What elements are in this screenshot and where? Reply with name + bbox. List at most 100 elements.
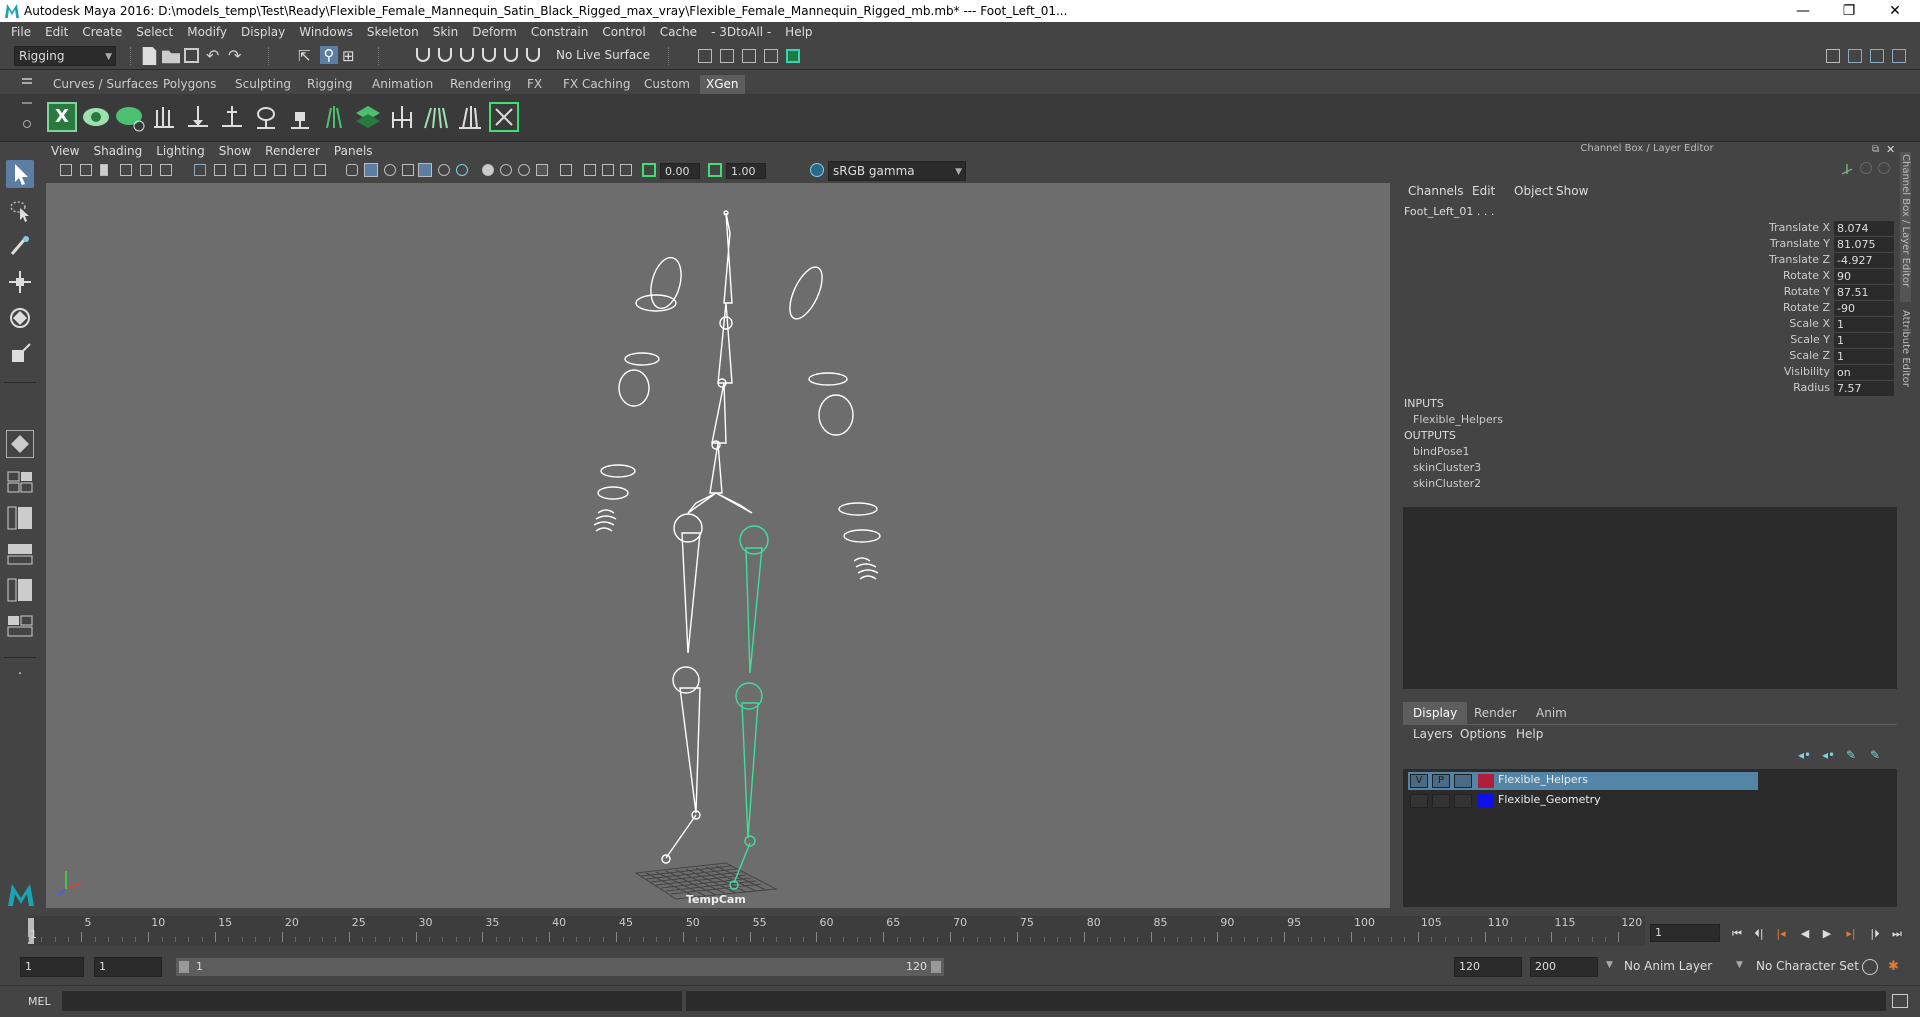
persp-outliner-layout-icon[interactable]: [6, 504, 34, 532]
modeling-toolkit-icon[interactable]: [1826, 49, 1840, 63]
redo-icon[interactable]: ↷: [228, 46, 246, 65]
xray-components-icon[interactable]: [620, 164, 632, 176]
attr-value-scale-y[interactable]: 1: [1834, 333, 1894, 348]
grid-icon[interactable]: [194, 164, 206, 176]
maximize-button[interactable]: ❐: [1826, 0, 1872, 22]
side-tab-channel-box[interactable]: Channel Box / Layer Editor: [1900, 152, 1911, 302]
rotate-tool-icon[interactable]: [6, 304, 34, 332]
range-slider-start-handle[interactable]: [179, 961, 189, 973]
safe-title-icon[interactable]: [314, 164, 326, 176]
shelf-menu-icon[interactable]: [22, 78, 32, 80]
lasso-tool-icon[interactable]: [6, 196, 34, 224]
make-live-icon[interactable]: [526, 48, 540, 62]
viewport-menu-view[interactable]: View: [44, 142, 86, 160]
go-to-start-icon[interactable]: ⏮: [1728, 926, 1746, 942]
select-object-icon[interactable]: ⚲: [320, 46, 338, 64]
channel-box-menu-show[interactable]: Show: [1556, 184, 1588, 198]
layer-display-type-toggle[interactable]: [1454, 774, 1472, 788]
script-editor-icon[interactable]: [1892, 994, 1908, 1008]
xgen-sculpt-icon[interactable]: [421, 102, 451, 132]
attr-value-scale-x[interactable]: 1: [1834, 317, 1894, 332]
attr-value-rotate-z[interactable]: -90: [1834, 301, 1894, 316]
attr-value-translate-y[interactable]: 81.075: [1834, 237, 1894, 252]
select-hierarchy-icon[interactable]: ⇱: [298, 47, 316, 65]
grease-pencil-icon[interactable]: [160, 164, 172, 176]
live-surface-field[interactable]: No Live Surface: [552, 46, 654, 66]
gamma-icon[interactable]: [708, 163, 722, 177]
float-panel-icon[interactable]: ⧉: [1872, 144, 1879, 155]
menu-windows[interactable]: Windows: [292, 22, 360, 42]
move-tool-icon[interactable]: [6, 268, 34, 296]
menu-create[interactable]: Create: [75, 22, 129, 42]
screen-space-ao-icon[interactable]: [482, 164, 494, 176]
shelf-tab-sculpting[interactable]: Sculpting: [229, 75, 297, 94]
chevron-down-icon[interactable]: ▼: [1736, 960, 1743, 970]
shelf-tab-fx-caching[interactable]: FX Caching: [557, 75, 636, 94]
open-scene-icon[interactable]: [162, 50, 180, 64]
xgen-guide-icon[interactable]: [217, 102, 247, 132]
animation-preferences-icon[interactable]: ✱: [1888, 959, 1904, 975]
layer-visibility-toggle[interactable]: V: [1410, 774, 1428, 788]
range-slider-end-handle[interactable]: [931, 961, 941, 973]
shelf-tab-rendering[interactable]: Rendering: [444, 75, 517, 94]
select-camera-icon[interactable]: [60, 164, 72, 176]
playback-start-field[interactable]: 1: [94, 957, 162, 977]
shelf-options-icon[interactable]: [22, 102, 32, 104]
menu-constrain[interactable]: Constrain: [524, 22, 596, 42]
step-forward-key-icon[interactable]: ▸|: [1842, 926, 1860, 942]
snap-curve-icon[interactable]: [438, 48, 452, 62]
menu-deform[interactable]: Deform: [465, 22, 524, 42]
colorspace-dropdown[interactable]: sRGB gamma ▼: [828, 161, 966, 181]
command-language-label[interactable]: MEL: [28, 995, 51, 1008]
multisample-aa-icon[interactable]: [518, 164, 530, 176]
save-scene-icon[interactable]: [184, 48, 199, 63]
channel-box-manipulator-icon[interactable]: [1840, 162, 1854, 176]
shelf-tab-fx[interactable]: FX: [521, 75, 548, 94]
xray-joints-icon[interactable]: [418, 163, 432, 177]
layer-color-swatch[interactable]: [1478, 774, 1494, 788]
shadows-icon[interactable]: [456, 164, 468, 176]
layer-tab-display[interactable]: Display: [1403, 702, 1468, 724]
xgen-groom-icon[interactable]: [319, 102, 349, 132]
view-transform-icon[interactable]: [810, 163, 824, 177]
layer-display-type-toggle[interactable]: [1454, 794, 1472, 808]
move-layer-down-icon[interactable]: ◂•: [1822, 748, 1835, 762]
new-empty-layer-icon[interactable]: ✎: [1846, 748, 1856, 762]
attribute-editor-toggle-icon[interactable]: [1848, 49, 1862, 63]
safe-action-icon[interactable]: [294, 164, 306, 176]
snap-projected-center-icon[interactable]: [482, 48, 496, 62]
animation-end-field[interactable]: 200: [1530, 957, 1598, 977]
attr-value-radius[interactable]: 7.57: [1834, 381, 1894, 396]
layer-playback-toggle[interactable]: [1432, 794, 1450, 808]
shelf-tab-rigging[interactable]: Rigging: [301, 75, 358, 94]
layer-tab-anim[interactable]: Anim: [1526, 702, 1577, 724]
exposure-field[interactable]: 0.00: [660, 163, 700, 179]
channel-box-menu-object[interactable]: Object: [1514, 184, 1553, 198]
time-slider-track[interactable]: [28, 916, 1645, 946]
shelf-tab-animation[interactable]: Animation: [366, 75, 439, 94]
play-forwards-icon[interactable]: ▶: [1818, 926, 1836, 942]
field-chart-icon[interactable]: [274, 164, 286, 176]
hypershade-layout-icon[interactable]: [6, 612, 34, 640]
layer-menu-options[interactable]: Options: [1460, 727, 1506, 741]
render-settings-icon[interactable]: [698, 49, 712, 63]
wireframe-on-shaded-icon[interactable]: [402, 164, 414, 176]
output-node[interactable]: bindPose1: [1413, 445, 1469, 458]
layer-tab-render[interactable]: Render: [1464, 702, 1527, 724]
single-perspective-layout-icon[interactable]: [6, 430, 34, 458]
outliner-layout-icon[interactable]: [6, 576, 34, 604]
layer-visibility-toggle[interactable]: [1410, 794, 1428, 808]
xgen-delete-icon[interactable]: [489, 102, 519, 132]
layer-name[interactable]: Flexible_Geometry: [1498, 793, 1601, 806]
viewport-menu-panels[interactable]: Panels: [327, 142, 380, 160]
playback-end-field[interactable]: 120: [1454, 957, 1522, 977]
gamma-field[interactable]: 1.00: [726, 163, 766, 179]
snap-grid-icon[interactable]: [416, 48, 430, 62]
menu-help[interactable]: Help: [778, 22, 819, 42]
layer-menu-help[interactable]: Help: [1516, 727, 1543, 741]
minimize-button[interactable]: —: [1780, 0, 1826, 22]
viewport-menu-show[interactable]: Show: [212, 142, 258, 160]
layer-menu-layers[interactable]: Layers: [1413, 727, 1453, 741]
new-scene-icon[interactable]: [142, 47, 157, 65]
animation-start-field[interactable]: 1: [20, 957, 84, 977]
